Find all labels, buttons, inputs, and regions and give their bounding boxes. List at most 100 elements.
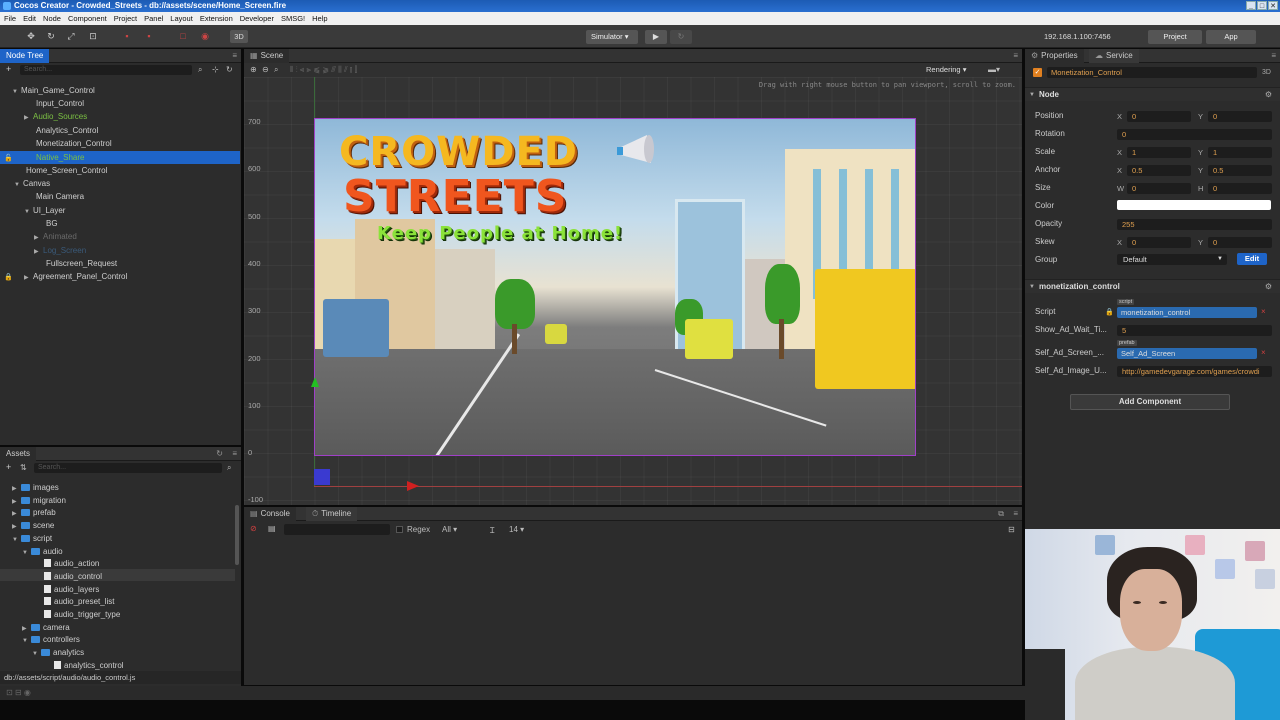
skew-y-input[interactable]: 0 [1208, 237, 1272, 248]
tab-timeline[interactable]: ⏱ Timeline [306, 507, 358, 521]
simulator-select[interactable]: Simulator ▾ [586, 30, 638, 44]
align-tools-icon[interactable]: ⫴ ⫶ ⫷ ⫸ ⫹ ⫺ ⫻ ⫼ ⫽ ⫾ ⫿ [290, 65, 357, 75]
tree-item-main-camera[interactable]: Main Camera [36, 190, 84, 203]
tree-item-native-share[interactable]: 🔓 Native_Share [4, 151, 84, 164]
clear-prefab-icon[interactable]: × [1261, 348, 1266, 357]
asset-folder-row[interactable]: ▼ analytics [32, 647, 84, 660]
asset-file-row[interactable]: audio_layers [32, 584, 99, 597]
play-button[interactable]: ▶ [645, 30, 667, 44]
size-h-input[interactable]: 0 [1208, 183, 1272, 194]
refresh-assets-icon[interactable]: ↻ [216, 449, 223, 458]
regex-checkbox[interactable] [396, 526, 403, 533]
self-ad-image-url-input[interactable]: http://gamedevgarage.com/games/crowdi [1117, 366, 1272, 377]
tab-assets[interactable]: Assets [0, 447, 37, 461]
expand-arrow-icon[interactable]: ▶ [24, 272, 33, 285]
menu-layout[interactable]: Layout [170, 14, 193, 23]
collapse-arrow-icon[interactable]: ▼ [22, 547, 31, 560]
tab-scene[interactable]: ▦ Scene [244, 49, 290, 63]
font-size-select[interactable]: 14 ▾ [509, 525, 524, 534]
scene-viewport[interactable]: Drag with right mouse button to pan view… [244, 77, 1022, 528]
maximize-icon[interactable]: □ [1257, 1, 1267, 10]
menu-node[interactable]: Node [43, 14, 61, 23]
node-name-input[interactable]: Monetization_Control [1047, 67, 1257, 78]
asset-file-row[interactable]: audio_action [32, 558, 99, 571]
size-w-input[interactable]: 0 [1127, 183, 1191, 194]
tree-item-audio-sources[interactable]: ▶ Audio_Sources [24, 110, 87, 123]
game-canvas-preview[interactable]: CROWDED STREETS Keep People at Home! [314, 118, 916, 456]
tree-item-input-control[interactable]: Input_Control [36, 97, 84, 110]
asset-folder-row[interactable]: ▼ audio [22, 546, 63, 559]
clear-console-icon[interactable]: ⊘ [250, 524, 257, 533]
snap-icon[interactable]: □ [176, 30, 190, 43]
add-component-button[interactable]: Add Component [1070, 394, 1230, 410]
node-active-checkbox[interactable]: ✓ [1033, 68, 1042, 77]
scale-x-input[interactable]: 1 [1127, 147, 1191, 158]
node-3d-toggle[interactable]: 3D [1262, 69, 1271, 76]
popout-icon[interactable]: ⧉ [998, 509, 1004, 519]
script-asset-field[interactable]: monetization_control [1117, 307, 1257, 318]
menu-edit[interactable]: Edit [23, 14, 36, 23]
group-edit-button[interactable]: Edit [1237, 253, 1267, 265]
node-section-header[interactable]: ▼ Node ⚙ [1025, 87, 1280, 101]
position-x-input[interactable]: 0 [1127, 111, 1191, 122]
asset-file-row[interactable]: audio_control [32, 571, 102, 584]
camera-view-icon[interactable]: ▬▾ [988, 65, 1000, 74]
group-select[interactable]: Default ▼ [1117, 254, 1227, 265]
panel-menu-icon[interactable]: ≡ [232, 51, 237, 60]
move-tool-icon[interactable]: ✥ [24, 30, 38, 43]
collapse-arrow-icon[interactable]: ▼ [14, 179, 23, 192]
tree-item-animated[interactable]: ▶ Animated [34, 230, 77, 243]
asset-file-row[interactable]: audio_trigger_type [32, 609, 120, 622]
menu-extension[interactable]: Extension [200, 14, 233, 23]
menu-component[interactable]: Component [68, 14, 107, 23]
component-section-header[interactable]: ▼ monetization_control ⚙ [1025, 279, 1280, 293]
locate-icon[interactable]: ⊹ [212, 65, 219, 74]
menu-smsg[interactable]: SMSG! [281, 14, 305, 23]
anchor-y-input[interactable]: 0.5 [1208, 165, 1272, 176]
close-icon[interactable]: ✕ [1268, 1, 1278, 10]
node-settings-gear-icon[interactable]: ⚙ [1265, 88, 1272, 102]
node-tree-search-input[interactable]: Search... [20, 65, 192, 75]
rotation-input[interactable]: 0 [1117, 129, 1272, 140]
panel-menu-icon[interactable]: ≡ [232, 449, 237, 458]
tree-item-monetization-control[interactable]: Monetization_Control [36, 137, 112, 150]
preview-ip-address[interactable]: 192.168.1.100:7456 [1044, 32, 1111, 41]
section-collapse-icon[interactable]: ▼ [1029, 280, 1035, 294]
collapse-arrow-icon[interactable]: ▼ [24, 206, 33, 219]
menu-panel[interactable]: Panel [144, 14, 163, 23]
open-app-button[interactable]: App [1206, 30, 1256, 44]
tab-service[interactable]: ☁ Service [1089, 49, 1139, 63]
x-axis-gizmo-icon[interactable] [407, 481, 419, 491]
panel-menu-icon[interactable]: ≡ [1013, 509, 1018, 518]
tree-item-ui-layer[interactable]: ▼ UI_Layer [24, 204, 65, 217]
tree-item-log-screen[interactable]: ▶ Log_Screen [34, 244, 86, 257]
minimize-icon[interactable]: _ [1246, 1, 1256, 10]
tree-item-bg[interactable]: BG [46, 217, 58, 230]
tree-item-home-screen-control[interactable]: Home_Screen_Control [26, 164, 107, 177]
open-project-button[interactable]: Project [1148, 30, 1202, 44]
tree-item-fullscreen-request[interactable]: Fullscreen_Request [46, 257, 117, 270]
toggle-3d-button[interactable]: 3D [230, 30, 248, 43]
menu-project[interactable]: Project [114, 14, 137, 23]
global-icon[interactable]: ◉ [198, 30, 212, 43]
zoom-out-icon[interactable]: ⊖ [262, 65, 269, 74]
refresh-preview-button[interactable]: ↻ [670, 30, 692, 44]
skew-x-input[interactable]: 0 [1127, 237, 1191, 248]
open-log-icon[interactable]: ▤ [268, 524, 276, 533]
console-filter-input[interactable] [284, 524, 390, 535]
zoom-fit-icon[interactable]: ⌕ [274, 65, 278, 75]
self-ad-screen-field[interactable]: Self_Ad_Screen [1117, 348, 1257, 359]
collapse-arrow-icon[interactable]: ▼ [12, 86, 21, 99]
tab-node-tree[interactable]: Node Tree [0, 49, 50, 63]
assets-scrollbar[interactable] [235, 505, 239, 565]
assets-search-input[interactable]: Search... [34, 463, 222, 473]
collapse-arrow-icon[interactable]: ▼ [12, 534, 21, 547]
position-y-input[interactable]: 0 [1208, 111, 1272, 122]
asset-file-row[interactable]: audio_preset_list [32, 596, 114, 609]
scale-tool-icon[interactable]: ⤢ [64, 30, 78, 43]
rendering-select[interactable]: Rendering ▾ [926, 65, 966, 74]
origin-gizmo-icon[interactable] [314, 469, 330, 485]
asset-folder-row[interactable]: ▶ migration [12, 495, 66, 508]
show-ad-wait-input[interactable]: 5 [1117, 325, 1272, 336]
pivot-icon[interactable]: ▪ [120, 30, 134, 43]
